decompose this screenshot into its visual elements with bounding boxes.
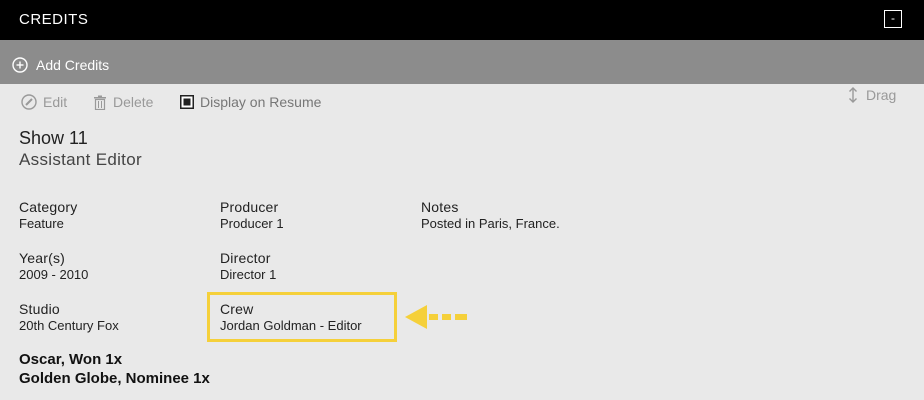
checkbox-icon — [180, 95, 194, 109]
director-label: Director — [220, 250, 271, 266]
credits-header: CREDITS - — [0, 0, 924, 40]
years-label: Year(s) — [19, 250, 66, 266]
left-arrow-icon — [405, 305, 467, 329]
credit-role: Assistant Editor — [19, 150, 142, 169]
award-item: Oscar, Won 1x — [19, 351, 123, 368]
delete-label: Delete — [113, 94, 154, 110]
delete-button[interactable]: Delete — [93, 94, 153, 110]
edit-label: Edit — [43, 94, 68, 110]
category-value: Feature — [19, 216, 64, 231]
updown-arrow-icon — [849, 87, 857, 103]
add-credits-label: Add Credits — [36, 57, 110, 73]
studio-value: 20th Century Fox — [19, 318, 119, 333]
producer-value: Producer 1 — [220, 216, 284, 231]
collapse-button[interactable]: - — [884, 10, 902, 28]
director-field: Director Director 1 — [220, 250, 276, 283]
notes-label: Notes — [421, 199, 459, 215]
studio-field: Studio 20th Century Fox — [19, 301, 119, 334]
category-field: Category Feature — [19, 199, 77, 232]
credit-title: Show 11 — [19, 128, 88, 148]
producer-field: Producer Producer 1 — [220, 199, 284, 232]
pencil-circle-icon — [21, 94, 37, 110]
display-on-resume-checkbox[interactable]: Display on Resume — [180, 94, 321, 110]
trash-icon — [94, 95, 106, 110]
drag-label: Drag — [866, 87, 897, 103]
drag-handle[interactable]: Drag — [848, 87, 896, 103]
add-credits-bar: Add Credits — [0, 40, 924, 84]
category-label: Category — [19, 199, 78, 215]
display-on-resume-label: Display on Resume — [200, 94, 322, 110]
section-title: CREDITS — [19, 11, 89, 28]
years-value: 2009 - 2010 — [19, 267, 89, 282]
award-item: Golden Globe, Nominee 1x — [19, 370, 210, 387]
crew-highlight-box — [207, 292, 397, 342]
director-value: Director 1 — [220, 267, 277, 282]
years-field: Year(s) 2009 - 2010 — [19, 250, 88, 283]
producer-label: Producer — [220, 199, 279, 215]
plus-circle-icon — [12, 57, 28, 73]
notes-value: Posted in Paris, France. — [421, 216, 560, 231]
edit-button[interactable]: Edit — [21, 94, 67, 110]
notes-field: Notes Posted in Paris, France. — [421, 199, 560, 232]
awards-list: Oscar, Won 1x Golden Globe, Nominee 1x — [19, 350, 210, 388]
credit-toolbar: Edit Delete Display on Resume — [0, 84, 924, 120]
add-credits-button[interactable]: Add Credits — [12, 56, 109, 74]
studio-label: Studio — [19, 301, 60, 317]
